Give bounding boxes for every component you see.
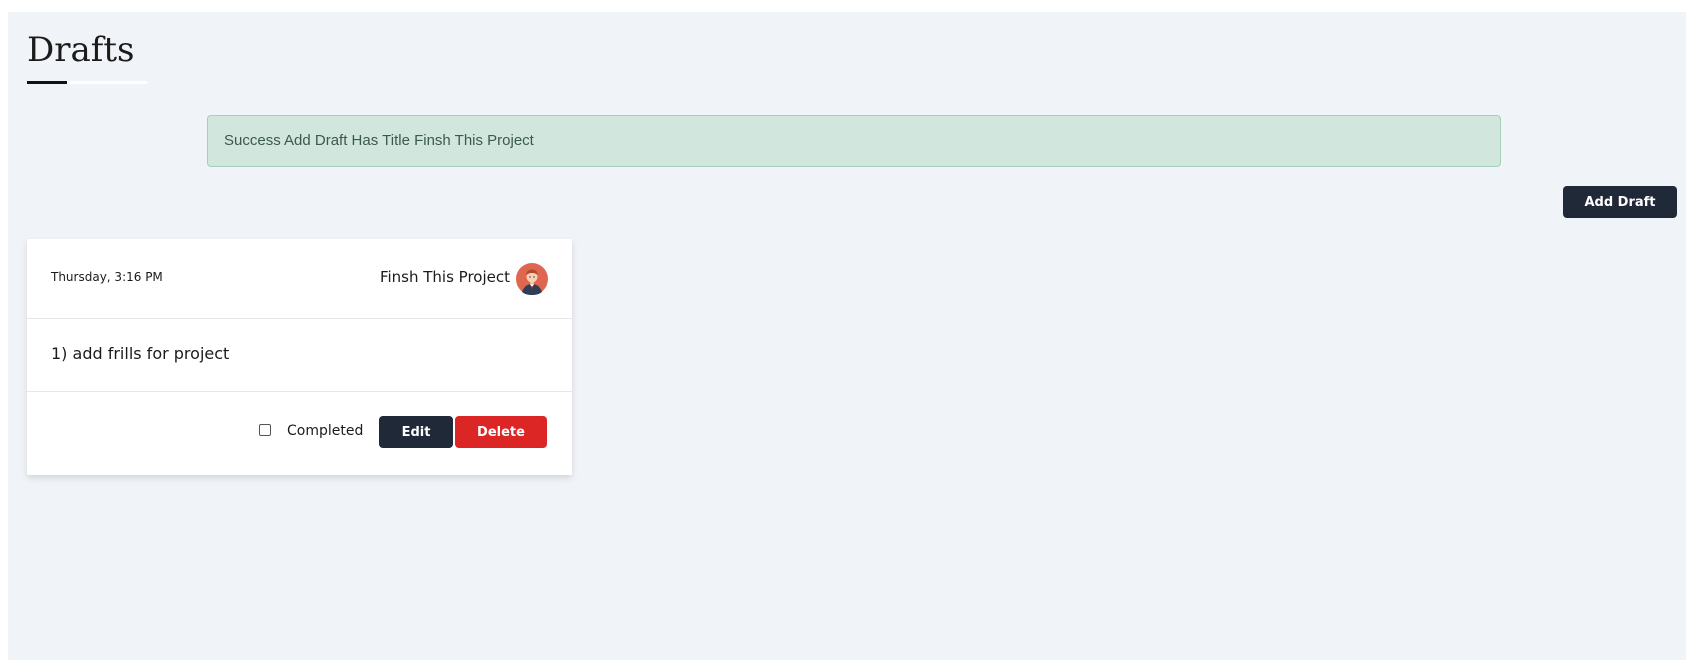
user-avatar-icon [516, 263, 548, 295]
draft-content: 1) add frills for project [51, 344, 230, 363]
title-underline-accent [27, 81, 67, 84]
draft-date: Thursday, 3:16 PM [51, 270, 163, 284]
completed-label: Completed [287, 423, 364, 439]
edit-button[interactable]: Edit [379, 416, 453, 448]
delete-button[interactable]: Delete [455, 416, 547, 448]
completed-checkbox[interactable] [259, 424, 271, 436]
draft-card-body: 1) add frills for project [27, 319, 572, 392]
draft-card-footer: Completed Edit Delete [27, 392, 572, 475]
add-draft-button[interactable]: Add Draft [1563, 186, 1677, 218]
draft-card-header: Thursday, 3:16 PM Finsh This Project [27, 239, 572, 319]
page-title: Drafts [27, 30, 135, 70]
draft-card: Thursday, 3:16 PM Finsh This Project 1) … [27, 239, 572, 475]
draft-title: Finsh This Project [379, 268, 510, 286]
app-container: Drafts Success Add Draft Has Title Finsh… [8, 12, 1686, 660]
title-underline [27, 81, 147, 84]
success-alert: Success Add Draft Has Title Finsh This P… [207, 115, 1501, 167]
